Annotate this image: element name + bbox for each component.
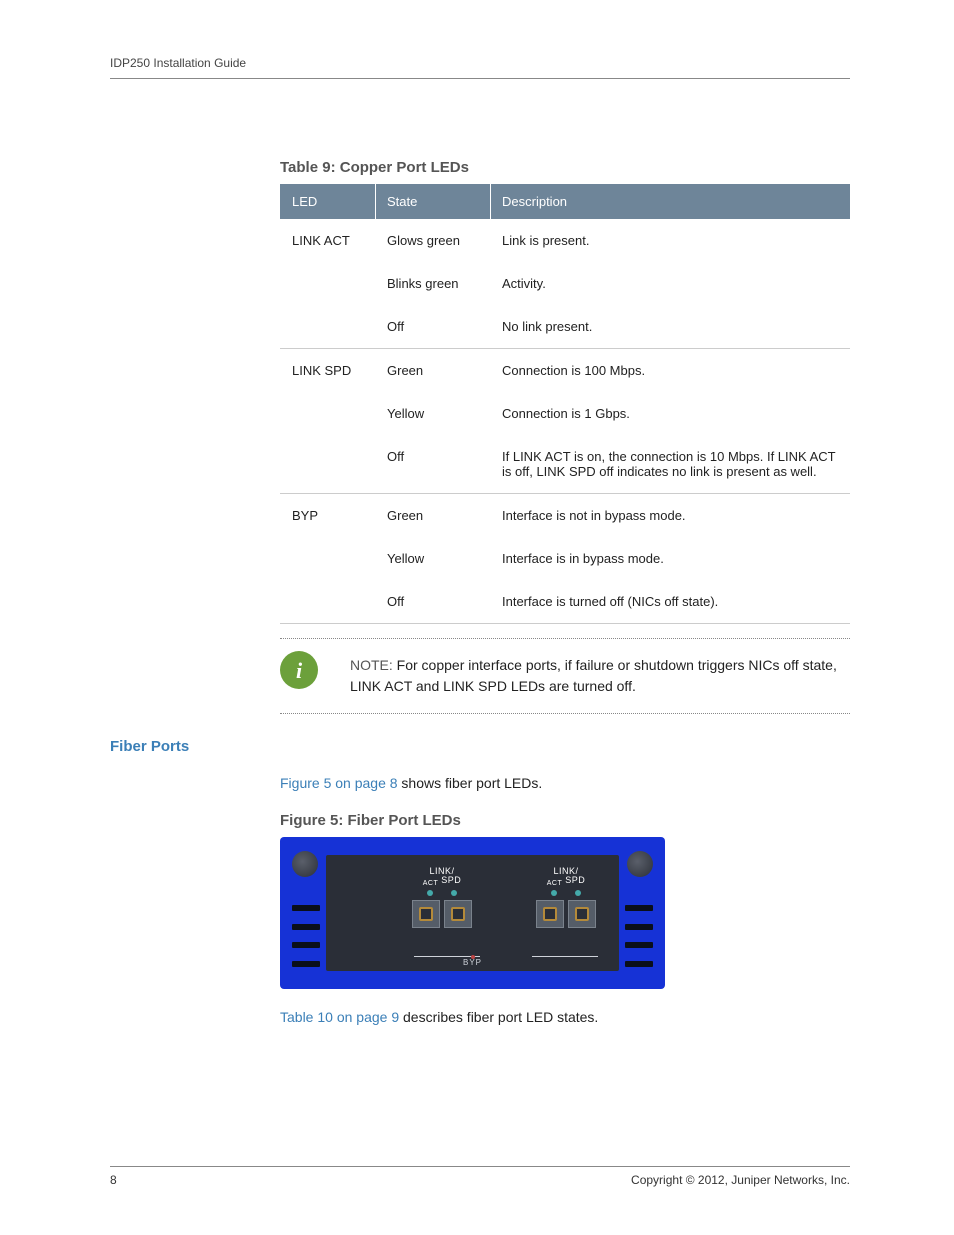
byp-line-icon: [532, 956, 598, 957]
note-block: i NOTE: For copper interface ports, if f…: [280, 638, 850, 714]
vent-icon: [292, 899, 320, 973]
port-group: LINK/ ACT SPD: [400, 867, 484, 928]
th-state: State: [375, 184, 490, 219]
cell-state: Glows green: [375, 219, 490, 262]
cell-state: Off: [375, 305, 490, 349]
cell-desc: Link is present.: [490, 219, 850, 262]
fiber-jack-icon: [568, 900, 596, 928]
table9: LED State Description LINK ACTGlows gree…: [280, 184, 850, 624]
table-row: Blinks greenActivity.: [280, 262, 850, 305]
cell-desc: Interface is in bypass mode.: [490, 537, 850, 580]
byp-label: BYP: [326, 958, 619, 967]
cell-led: [280, 580, 375, 624]
port-label: LINK/ ACT SPD: [524, 867, 608, 887]
table-row: OffIf LINK ACT is on, the connection is …: [280, 435, 850, 494]
port-label: LINK/ ACT SPD: [400, 867, 484, 887]
led-indicator-icon: [400, 890, 484, 896]
port-group: LINK/ ACT SPD: [524, 867, 608, 928]
note-label: NOTE:: [350, 657, 393, 673]
cell-state: Off: [375, 580, 490, 624]
fiber-intro-rest: shows fiber port LEDs.: [398, 775, 543, 791]
copyright: Copyright © 2012, Juniper Networks, Inc.: [631, 1173, 850, 1187]
led-indicator-icon: [524, 890, 608, 896]
th-desc: Description: [490, 184, 850, 219]
info-icon: i: [280, 651, 318, 689]
footer-rule: [110, 1166, 850, 1167]
fiber-jack-icon: [444, 900, 472, 928]
link-table10[interactable]: Table 10 on page 9: [280, 1009, 399, 1025]
vent-icon: [625, 899, 653, 973]
table9-caption: Table 9: Copper Port LEDs: [280, 159, 850, 176]
cell-desc: Connection is 1 Gbps.: [490, 392, 850, 435]
page-number: 8: [110, 1173, 117, 1187]
figure5-caption: Figure 5: Fiber Port LEDs: [280, 812, 850, 829]
cell-led: [280, 305, 375, 349]
cell-led: LINK ACT: [280, 219, 375, 262]
cell-led: BYP: [280, 494, 375, 538]
cell-led: LINK SPD: [280, 349, 375, 393]
cell-state: Blinks green: [375, 262, 490, 305]
cell-desc: Connection is 100 Mbps.: [490, 349, 850, 393]
cell-state: Green: [375, 349, 490, 393]
header-rule: [110, 78, 850, 79]
note-text: For copper interface ports, if failure o…: [350, 657, 837, 694]
page-footer: 8 Copyright © 2012, Juniper Networks, In…: [110, 1166, 850, 1187]
link-figure5[interactable]: Figure 5 on page 8: [280, 775, 398, 791]
table-row: LINK SPDGreenConnection is 100 Mbps.: [280, 349, 850, 393]
cell-led: [280, 435, 375, 494]
table10-ref-paragraph: Table 10 on page 9 describes fiber port …: [280, 1007, 850, 1028]
cell-desc: If LINK ACT is on, the connection is 10 …: [490, 435, 850, 494]
cell-desc: Activity.: [490, 262, 850, 305]
cell-state: Yellow: [375, 537, 490, 580]
screw-icon: [292, 851, 318, 877]
table-row: OffNo link present.: [280, 305, 850, 349]
th-led: LED: [280, 184, 375, 219]
cell-led: [280, 392, 375, 435]
screw-icon: [627, 851, 653, 877]
cell-led: [280, 537, 375, 580]
cell-state: Yellow: [375, 392, 490, 435]
device-face: LINK/ ACT SPD LINK/ ACT SPD: [326, 855, 619, 971]
fiber-intro-paragraph: Figure 5 on page 8 shows fiber port LEDs…: [280, 773, 850, 794]
figure5-image: LINK/ ACT SPD LINK/ ACT SPD: [280, 837, 665, 989]
table9-header-row: LED State Description: [280, 184, 850, 219]
cell-desc: No link present.: [490, 305, 850, 349]
fiber-jack-icon: [536, 900, 564, 928]
table-row: OffInterface is turned off (NICs off sta…: [280, 580, 850, 624]
cell-state: Green: [375, 494, 490, 538]
section-heading-fiber-ports: Fiber Ports: [110, 738, 850, 755]
table-row: YellowInterface is in bypass mode.: [280, 537, 850, 580]
table-row: BYPGreenInterface is not in bypass mode.: [280, 494, 850, 538]
fiber-jack-icon: [412, 900, 440, 928]
cell-state: Off: [375, 435, 490, 494]
table-row: LINK ACTGlows greenLink is present.: [280, 219, 850, 262]
running-head: IDP250 Installation Guide: [110, 56, 850, 70]
table-row: YellowConnection is 1 Gbps.: [280, 392, 850, 435]
cell-desc: Interface is not in bypass mode.: [490, 494, 850, 538]
cell-desc: Interface is turned off (NICs off state)…: [490, 580, 850, 624]
table10-ref-rest: describes fiber port LED states.: [399, 1009, 598, 1025]
cell-led: [280, 262, 375, 305]
